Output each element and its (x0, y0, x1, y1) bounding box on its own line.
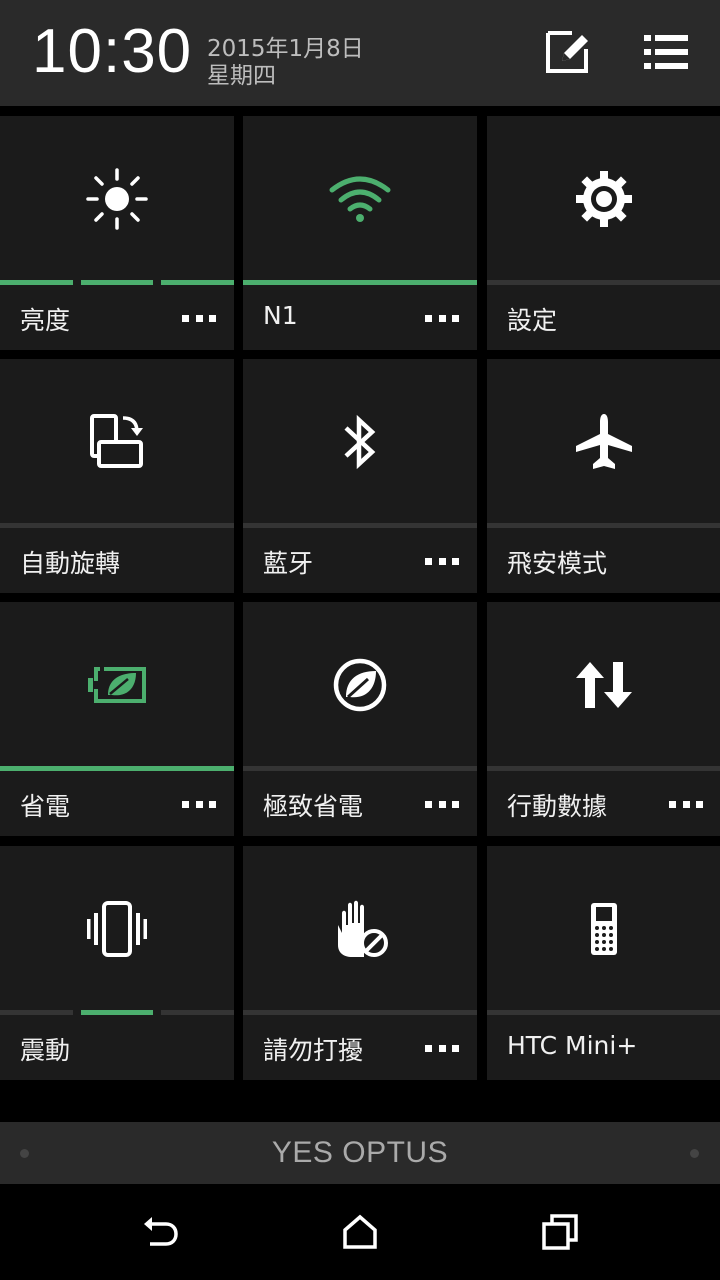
tile-do-not-disturb[interactable]: 請勿打擾 (243, 846, 477, 1080)
recents-icon (542, 1214, 578, 1250)
brightness-icon (86, 168, 148, 230)
settings-status-bar (487, 280, 720, 285)
home-icon (343, 1214, 377, 1249)
clock: 10:30 (32, 17, 193, 86)
settings-gear-icon (576, 171, 632, 227)
extreme-power-saver-icon (333, 658, 387, 712)
tile-bluetooth[interactable]: 藍牙 (243, 359, 477, 593)
list-icon (644, 35, 688, 69)
tile-mobile-data[interactable]: 行動數據 (487, 602, 720, 836)
more-options-button[interactable] (425, 315, 459, 323)
tile-label: 亮度 (20, 306, 71, 335)
edit-icon (546, 31, 588, 73)
tile-label: 自動旋轉 (20, 549, 121, 578)
do-not-disturb-icon (338, 900, 388, 957)
carrier-name: YES OPTUS (271, 1136, 449, 1169)
edit-button[interactable] (542, 27, 592, 77)
more-options-button[interactable] (425, 801, 459, 809)
tile-label: 請勿打擾 (263, 1036, 364, 1065)
tile-label: 藍牙 (263, 549, 314, 578)
tile-htc-mini[interactable]: HTC Mini+ (487, 846, 720, 1080)
tile-vibrate[interactable]: 震動 (0, 846, 235, 1080)
more-options-button[interactable] (182, 315, 216, 323)
brightness-level-bar (0, 280, 235, 285)
recents-button[interactable] (540, 1212, 580, 1252)
tile-label: 極致省電 (263, 792, 364, 821)
tile-label: 行動數據 (507, 792, 608, 821)
power-saver-battery-icon (88, 667, 146, 703)
tile-label: 飛安模式 (507, 549, 608, 578)
wifi-status-bar (243, 280, 477, 285)
airplane-status-bar (487, 523, 720, 528)
tile-label: 設定 (507, 306, 558, 335)
home-button[interactable] (340, 1212, 380, 1252)
bluetooth-icon (344, 414, 376, 470)
auto-rotate-status-bar (0, 523, 234, 528)
airplane-icon (576, 414, 632, 469)
mobile-data-status-bar (487, 766, 720, 771)
vibrate-icon (87, 901, 147, 957)
notification-header: 10:30 2015年1月8日 星期四 (0, 0, 720, 106)
mobile-data-icon (576, 662, 632, 708)
weekday: 星期四 (207, 63, 276, 89)
more-options-button[interactable] (425, 558, 459, 566)
more-options-button[interactable] (669, 801, 703, 809)
bluetooth-status-bar (243, 523, 477, 528)
tile-extreme-power-saver[interactable]: 極致省電 (243, 602, 477, 836)
more-options-button[interactable] (182, 801, 216, 809)
navigation-bar (0, 1184, 720, 1280)
tile-wifi[interactable]: N1 (243, 116, 477, 350)
auto-rotate-icon (90, 414, 143, 468)
tile-brightness[interactable]: 亮度 (0, 116, 235, 350)
vibrate-status-bar (0, 1010, 235, 1015)
carrier-bar: YES OPTUS (0, 1122, 720, 1184)
tile-label: 震動 (20, 1036, 71, 1065)
more-options-button[interactable] (425, 1045, 459, 1053)
tile-label: N1 (263, 301, 298, 330)
tile-settings[interactable]: 設定 (487, 116, 720, 350)
tile-label: 省電 (20, 792, 71, 821)
list-button[interactable] (642, 27, 692, 77)
back-button[interactable] (140, 1212, 180, 1252)
wifi-icon (329, 176, 391, 222)
tile-power-saver[interactable]: 省電 (0, 602, 234, 836)
extreme-power-saver-status-bar (243, 766, 477, 771)
htc-mini-status-bar (487, 1010, 720, 1015)
page-indicator-dot (690, 1149, 699, 1158)
tile-airplane-mode[interactable]: 飛安模式 (487, 359, 720, 593)
power-saver-status-bar (0, 766, 234, 771)
tile-label: HTC Mini+ (507, 1031, 638, 1060)
back-icon (144, 1217, 178, 1246)
htc-mini-phone-icon (591, 903, 617, 955)
do-not-disturb-status-bar (243, 1010, 477, 1015)
tile-auto-rotate[interactable]: 自動旋轉 (0, 359, 234, 593)
